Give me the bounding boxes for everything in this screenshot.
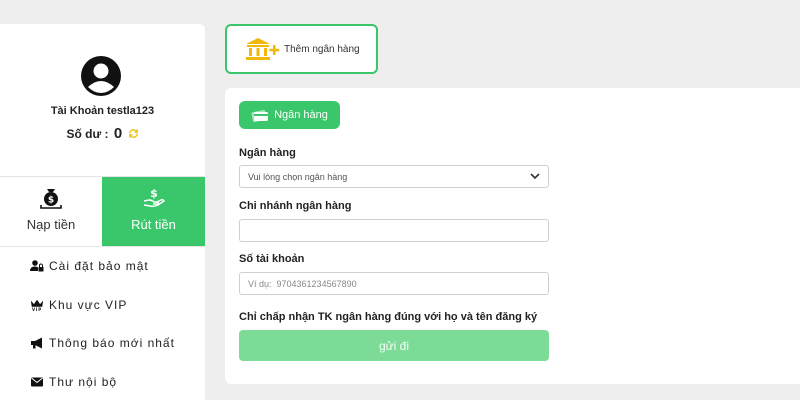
fund-actions: $ Nạp tiền $ Rút tiền [0,176,205,246]
account-name-note: Chỉ chấp nhận TK ngân hàng đúng với họ v… [239,311,538,323]
tab-bank[interactable]: Ngân hàng [239,101,340,129]
username: Tài Khoản testla123 [50,105,155,117]
withdraw-button[interactable]: $ Rút tiền [102,177,205,246]
chevron-down-icon [530,173,540,180]
sidebar-menu: Cài đặt bảo mật VIP Khu vực VIP Thông bá… [0,246,205,400]
vip-crown-icon: VIP [30,299,44,312]
bank-add-icon [246,38,280,60]
bank-select-value: Vui lòng chọn ngân hàng [248,171,348,182]
bank-field-label: Ngân hàng [239,147,296,159]
menu-item-vip[interactable]: VIP Khu vực VIP [0,286,205,325]
user-lock-icon [30,260,44,272]
menu-item-label: Khu vực VIP [49,297,128,312]
add-bank-label: Thêm ngân hàng [284,43,360,55]
svg-text:VIP: VIP [32,307,42,312]
balance-value: 0 [113,125,123,142]
account-number-input[interactable] [239,272,549,295]
add-bank-button[interactable]: Thêm ngân hàng [225,24,378,74]
menu-item-security[interactable]: Cài đặt bảo mật [0,247,205,286]
menu-item-inbox[interactable]: Thư nội bộ [0,363,205,400]
profile-section: Tài Khoản testla123 Số dư : 0 [0,24,205,176]
menu-item-label: Cài đặt bảo mật [49,259,149,274]
menu-item-news[interactable]: Thông báo mới nhất [0,324,205,363]
balance: Số dư : 0 [0,125,205,142]
bank-card-icon [251,109,269,122]
menu-item-label: Thư nội bộ [49,374,118,389]
submit-button[interactable]: gửi đi [239,330,549,361]
bank-select[interactable]: Vui lòng chọn ngân hàng [239,165,549,188]
refresh-icon[interactable] [128,128,139,139]
deposit-label: Nạp tiền [26,217,76,232]
tab-bank-label: Ngân hàng [274,109,328,121]
deposit-button[interactable]: $ Nạp tiền [0,177,102,246]
branch-input[interactable] [239,219,549,242]
hand-money-icon: $ [143,187,165,208]
avatar-icon [81,56,121,96]
branch-field-label: Chi nhánh ngân hàng [239,200,352,212]
account-field-label: Số tài khoản [239,253,305,265]
menu-item-label: Thông báo mới nhất [49,336,175,351]
svg-text:$: $ [150,187,158,200]
money-bag-icon: $ [40,189,62,209]
envelope-icon [31,377,43,387]
withdraw-form-panel: Ngân hàng Ngân hàng Vui lòng chọn ngân h… [225,88,800,384]
svg-text:$: $ [48,196,54,206]
balance-label: Số dư : [66,127,109,141]
sidebar: Tài Khoản testla123 Số dư : 0 $ Nạp tiền… [0,24,205,400]
megaphone-icon [31,337,42,349]
withdraw-label: Rút tiền [131,217,176,232]
